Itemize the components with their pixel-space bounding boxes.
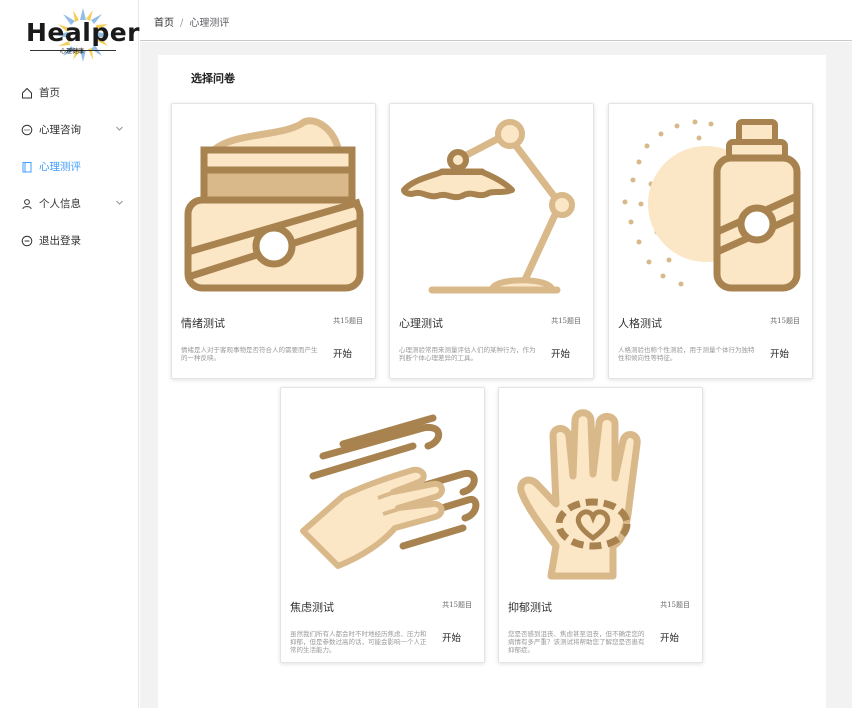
- chat-icon: [21, 124, 33, 136]
- sidebar-item-label: 退出登录: [39, 235, 81, 247]
- card-title: 焦虑测试: [290, 601, 334, 614]
- chevron-down-icon[interactable]: [115, 198, 124, 207]
- card-title: 抑郁测试: [508, 601, 552, 614]
- questionnaire-panel: 选择问卷 情绪测试 共15题目 情绪是人对于客观事物是否符合人的需要而产生的一种…: [158, 55, 826, 715]
- start-button[interactable]: 开始: [551, 346, 570, 360]
- breadcrumb-separator: /: [180, 18, 184, 29]
- card-title: 人格测试: [618, 317, 662, 330]
- sidebar-item-label: 心理咨询: [39, 124, 81, 136]
- sidebar-item-home[interactable]: 首页: [0, 74, 138, 111]
- card-description: 情绪是人对于客观事物是否符合人的需要而产生的一种反映。: [181, 346, 318, 362]
- test-card-anxiety[interactable]: 焦虑测试 共15题目 虽然我们所有人都会时不时地经历焦虑、压力和抑郁，但是参数过…: [280, 387, 485, 663]
- breadcrumb-current: 心理测评: [189, 18, 230, 29]
- test-card-depression[interactable]: 抑郁测试 共15题目 您是否感到沮丧、焦虑甚至沮丧，但不确定您的病情有多严重？该…: [498, 387, 703, 663]
- sidebar-item-profile[interactable]: 个人信息: [0, 185, 138, 222]
- breadcrumb: 首页 / 心理测评: [154, 14, 229, 29]
- question-count: 共15题目: [551, 317, 581, 325]
- sidebar-item-assessment[interactable]: 心理测评: [0, 148, 138, 185]
- test-card-personality[interactable]: 人格测试 共15题目 人格测验也称个性测验，用于测量个体行为独特性和倾向性等特征…: [608, 103, 813, 379]
- sidebar-item-label: 个人信息: [39, 198, 81, 210]
- sidebar-item-logout[interactable]: 退出登录: [0, 222, 138, 259]
- question-count: 共15题目: [333, 317, 363, 325]
- logo-text: Healper: [26, 18, 140, 47]
- card-description: 虽然我们所有人都会时不时地经历焦虑、压力和抑郁，但是参数过高的话，可能会影响一个…: [290, 630, 427, 654]
- top-header: 首页 / 心理测评: [140, 0, 852, 41]
- user-icon: [21, 198, 33, 210]
- start-button[interactable]: 开始: [660, 630, 679, 644]
- sidebar-menu: 首页 心理咨询 心理测评 个人信息 退出登录: [0, 74, 138, 259]
- start-button[interactable]: 开始: [333, 346, 352, 360]
- breadcrumb-home[interactable]: 首页: [154, 18, 174, 29]
- question-count: 共15题目: [660, 601, 690, 609]
- palm-heart-icon: [517, 409, 641, 580]
- card-description: 您是否感到沮丧、焦虑甚至沮丧，但不确定您的病情有多严重？该测试将帮助您了解您是否…: [508, 630, 645, 654]
- sidebar-item-label: 首页: [39, 87, 60, 99]
- card-description: 心理测验常用来测量评估人们的某种行为，作为判断个体心理差异的工具。: [399, 346, 536, 362]
- card-description: 人格测验也称个性测验，用于测量个体行为独特性和倾向性等特征。: [618, 346, 755, 362]
- card-title: 心理测试: [399, 317, 443, 330]
- main-area: 选择问卷 情绪测试 共15题目 情绪是人对于客观事物是否符合人的需要而产生的一种…: [140, 42, 852, 715]
- question-count: 共15题目: [442, 601, 472, 609]
- start-button[interactable]: 开始: [442, 630, 461, 644]
- test-card-psychology[interactable]: 心理测试 共15题目 心理测验常用来测量评估人们的某种行为，作为判断个体心理差异…: [389, 103, 594, 379]
- hands-icon: [300, 414, 480, 569]
- sidebar-item-consult[interactable]: 心理咨询: [0, 111, 138, 148]
- cream-jar-icon: [184, 117, 364, 292]
- logo-subtitle: 心理健康: [60, 48, 85, 55]
- test-card-emotion[interactable]: 情绪测试 共15题目 情绪是人对于客观事物是否符合人的需要而产生的一种反映。 开…: [171, 103, 376, 379]
- lotion-bottle-icon: [622, 119, 801, 292]
- start-button[interactable]: 开始: [770, 346, 789, 360]
- logo[interactable]: Healper 心理健康: [16, 6, 140, 64]
- card-title: 情绪测试: [181, 317, 225, 330]
- logout-icon: [21, 235, 33, 247]
- book-icon: [21, 161, 33, 173]
- question-count: 共15题目: [770, 317, 800, 325]
- home-icon: [21, 87, 33, 99]
- sidebar-item-label: 心理测评: [39, 161, 81, 173]
- page-title: 选择问卷: [191, 72, 235, 85]
- chevron-down-icon[interactable]: [115, 124, 124, 133]
- desk-lamp-icon: [401, 119, 575, 294]
- sidebar: Healper 心理健康 首页 心理咨询 心理测评 个人信息 退出登录: [0, 0, 140, 708]
